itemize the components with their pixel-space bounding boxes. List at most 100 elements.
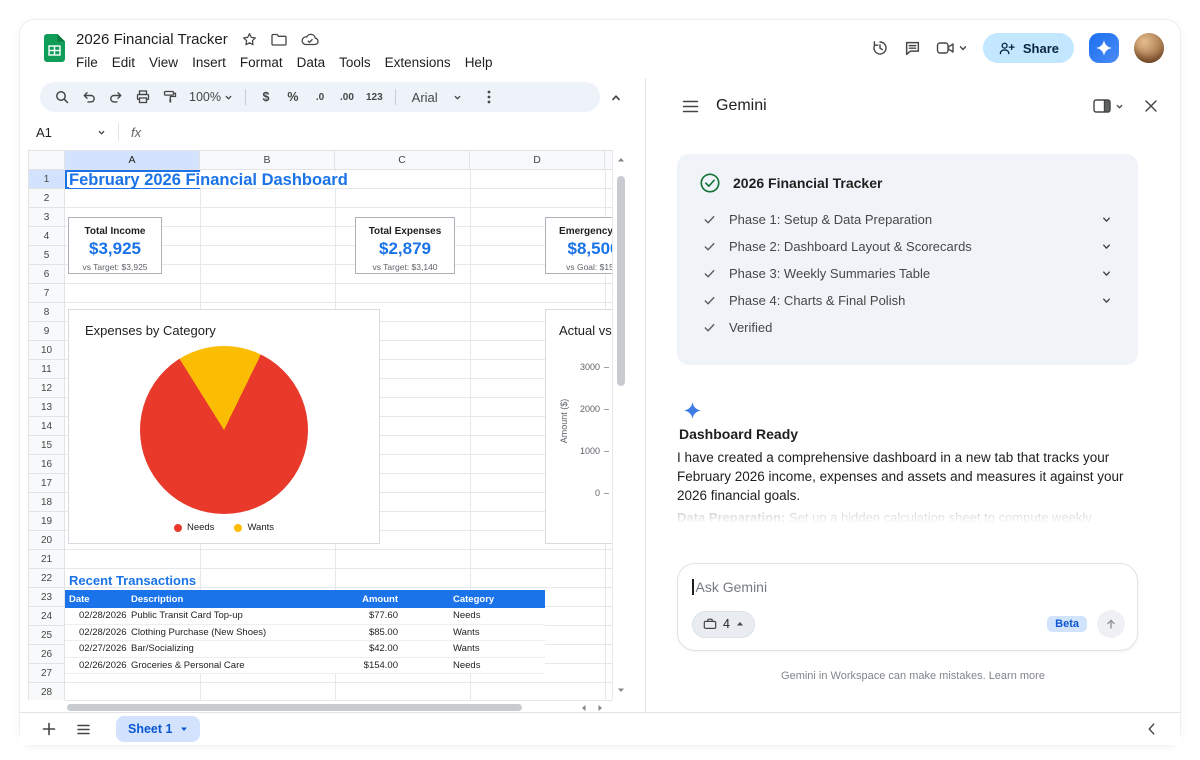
scroll-up-icon[interactable] [617, 156, 625, 164]
task-step-phase2[interactable]: Phase 2: Dashboard Layout & Scorecards [699, 233, 1116, 260]
scroll-down-icon[interactable] [617, 686, 625, 694]
row-header-11[interactable]: 11 [29, 360, 64, 379]
star-icon[interactable] [242, 32, 257, 47]
add-sheet-button[interactable] [36, 716, 62, 742]
menu-file[interactable]: File [69, 53, 105, 72]
row-header-1[interactable]: 1 [29, 170, 64, 189]
font-select[interactable]: Arial [408, 85, 466, 109]
row-header-21[interactable]: 21 [29, 550, 64, 569]
cloud-saved-icon[interactable] [301, 33, 319, 46]
learn-more-link[interactable]: Learn more [989, 670, 1045, 682]
menu-data[interactable]: Data [290, 53, 333, 72]
row-header-4[interactable]: 4 [29, 227, 64, 246]
row-header-12[interactable]: 12 [29, 379, 64, 398]
row-header-14[interactable]: 14 [29, 417, 64, 436]
pie-chart-expenses-by-category[interactable]: Expenses by Category Needs Wants [68, 309, 380, 544]
task-step-verified[interactable]: Verified [699, 314, 1116, 341]
scroll-right-icon[interactable] [596, 704, 604, 712]
row-header-20[interactable]: 20 [29, 531, 64, 550]
vertical-scrollbar[interactable] [612, 150, 628, 700]
row-header-10[interactable]: 10 [29, 341, 64, 360]
row-header-24[interactable]: 24 [29, 607, 64, 626]
ask-gemini-input[interactable]: Ask Gemini 4 Beta [677, 563, 1138, 651]
chevron-down-icon[interactable] [1101, 214, 1112, 225]
row-header-26[interactable]: 26 [29, 645, 64, 664]
send-button[interactable] [1097, 610, 1125, 638]
paint-format-button[interactable] [158, 85, 182, 109]
menu-view[interactable]: View [142, 53, 185, 72]
row-header-7[interactable]: 7 [29, 284, 64, 303]
row-header-23[interactable]: 23 [29, 588, 64, 607]
scorecard-emergency-fund[interactable]: Emergency Fu $8,500 vs Goal: $15,0 [545, 217, 612, 274]
print-button[interactable] [131, 85, 155, 109]
sheets-logo-icon[interactable] [44, 34, 65, 62]
share-button[interactable]: Share [982, 33, 1074, 63]
row-header-19[interactable]: 19 [29, 512, 64, 531]
row-header-16[interactable]: 16 [29, 455, 64, 474]
tools-chip[interactable]: 4 [692, 610, 755, 638]
table-row[interactable]: 02/26/2026 Groceries & Personal Care $15… [65, 657, 545, 674]
row-header-18[interactable]: 18 [29, 493, 64, 512]
task-step-phase4[interactable]: Phase 4: Charts & Final Polish [699, 287, 1116, 314]
row-header-25[interactable]: 25 [29, 626, 64, 645]
row-header-5[interactable]: 5 [29, 246, 64, 265]
number-format-button[interactable]: 123 [362, 85, 387, 109]
row-header-27[interactable]: 27 [29, 664, 64, 683]
close-icon[interactable] [1144, 99, 1158, 113]
collapse-panel-icon[interactable] [1138, 716, 1164, 742]
select-all-corner[interactable] [28, 150, 65, 170]
scorecard-total-expenses[interactable]: Total Expenses $2,879 vs Target: $3,140 [355, 217, 455, 274]
task-step-phase3[interactable]: Phase 3: Weekly Summaries Table [699, 260, 1116, 287]
task-step-phase1[interactable]: Phase 1: Setup & Data Preparation [699, 206, 1116, 233]
hamburger-menu-icon[interactable] [682, 100, 699, 113]
column-header-b[interactable]: B [200, 151, 335, 169]
table-row[interactable]: 02/28/2026 Public Transit Card Top-up $7… [65, 608, 545, 625]
horizontal-scroll-thumb[interactable] [67, 704, 522, 711]
column-header-d[interactable]: D [470, 151, 605, 169]
decrease-decimal-button[interactable]: .0 [308, 85, 332, 109]
chevron-down-icon[interactable] [1101, 295, 1112, 306]
meet-button[interactable] [936, 41, 968, 55]
row-header-9[interactable]: 9 [29, 322, 64, 341]
chevron-down-icon[interactable] [1101, 268, 1112, 279]
row-header-2[interactable]: 2 [29, 189, 64, 208]
menu-help[interactable]: Help [458, 53, 500, 72]
vertical-scroll-thumb[interactable] [617, 176, 625, 386]
more-options-icon[interactable] [477, 85, 501, 109]
move-folder-icon[interactable] [271, 33, 287, 46]
row-header-8[interactable]: 8 [29, 303, 64, 322]
all-sheets-icon[interactable] [70, 716, 96, 742]
row-header-13[interactable]: 13 [29, 398, 64, 417]
increase-decimal-button[interactable]: .00 [335, 85, 359, 109]
dashboard-title-cell[interactable]: February 2026 Financial Dashboard [69, 172, 356, 188]
search-icon[interactable] [50, 85, 74, 109]
format-currency-button[interactable]: $ [254, 85, 278, 109]
sheet-tab-sheet1[interactable]: Sheet 1 [116, 716, 201, 742]
row-header-17[interactable]: 17 [29, 474, 64, 493]
row-header-28[interactable]: 28 [29, 683, 64, 700]
undo-button[interactable] [77, 85, 101, 109]
bar-chart-actual-vs[interactable]: Actual vs Amount ($) 3000 2000 1000 0 [545, 309, 612, 544]
zoom-select[interactable]: 100% [185, 85, 237, 109]
sheet-grid[interactable]: February 2026 Financial Dashboard Total … [65, 170, 612, 700]
collapse-toolbar-button[interactable] [606, 88, 626, 108]
panel-position-button[interactable] [1093, 99, 1124, 113]
document-title[interactable]: 2026 Financial Tracker [76, 31, 228, 48]
menu-edit[interactable]: Edit [105, 53, 142, 72]
gemini-button[interactable] [1089, 33, 1119, 63]
comments-icon[interactable] [904, 40, 921, 57]
table-row[interactable]: 02/28/2026 Clothing Purchase (New Shoes)… [65, 624, 545, 641]
menu-tools[interactable]: Tools [332, 53, 378, 72]
menu-extensions[interactable]: Extensions [378, 53, 458, 72]
row-header-22[interactable]: 22 [29, 569, 64, 588]
row-header-15[interactable]: 15 [29, 436, 64, 455]
chevron-down-icon[interactable] [1101, 241, 1112, 252]
cell-reference-box[interactable]: A1 [36, 125, 106, 140]
scroll-left-icon[interactable] [580, 704, 588, 712]
format-percent-button[interactable]: % [281, 85, 305, 109]
scorecard-total-income[interactable]: Total Income $3,925 vs Target: $3,925 [68, 217, 162, 274]
column-header-c[interactable]: C [335, 151, 470, 169]
menu-format[interactable]: Format [233, 53, 290, 72]
account-avatar[interactable] [1134, 33, 1164, 63]
transactions-table[interactable]: Date Description Amount Category 02/28/2… [65, 590, 545, 674]
